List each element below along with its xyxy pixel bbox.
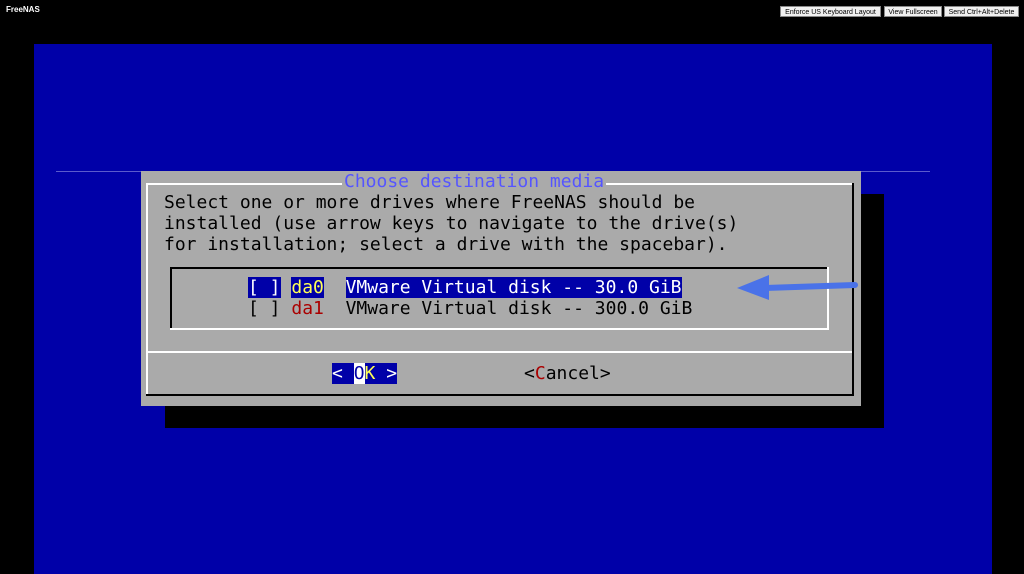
drive-tag: da1 bbox=[291, 298, 324, 319]
list-border-bottom bbox=[170, 328, 829, 330]
drive-checkbox[interactable]: [ ] bbox=[248, 298, 281, 319]
prompt-line: Select one or more drives where FreeNAS … bbox=[164, 192, 696, 213]
drive-row-da0[interactable]: [ ] da0 VMware Virtual disk -- 30.0 GiB bbox=[248, 277, 682, 298]
dialog-prompt: Select one or more drives where FreeNAS … bbox=[164, 192, 824, 255]
dialog-frame-left bbox=[146, 183, 148, 396]
dialog-button-separator bbox=[148, 351, 852, 353]
ok-button[interactable]: < OK > bbox=[332, 363, 398, 384]
enforce-keyboard-button[interactable]: Enforce US Keyboard Layout bbox=[780, 6, 881, 17]
cancel-hotkey: C bbox=[534, 363, 546, 384]
cancel-button[interactable]: <Cancel> bbox=[524, 363, 611, 384]
drive-tag: da0 bbox=[291, 277, 324, 298]
cancel-rest: ancel bbox=[545, 363, 600, 384]
dialog-title: Choose destination media bbox=[342, 171, 607, 193]
drive-description: VMware Virtual disk -- 300.0 GiB bbox=[345, 298, 693, 319]
drive-description: VMware Virtual disk -- 30.0 GiB bbox=[345, 277, 682, 298]
cancel-label: Cancel bbox=[535, 363, 600, 384]
view-fullscreen-button[interactable]: View Fullscreen bbox=[884, 6, 942, 17]
ok-hotkey: O bbox=[353, 363, 365, 384]
arrow-left-icon bbox=[737, 275, 858, 300]
list-border-top bbox=[170, 267, 829, 269]
dialog-frame-bottom bbox=[146, 394, 854, 396]
list-border-left bbox=[170, 267, 172, 330]
ok-label: OK bbox=[353, 363, 376, 384]
prompt-line: installed (use arrow keys to navigate to… bbox=[164, 213, 739, 234]
drive-row-da1[interactable]: [ ] da1 VMware Virtual disk -- 300.0 GiB bbox=[248, 298, 692, 319]
prompt-line: for installation; select a drive with th… bbox=[164, 234, 728, 255]
ok-rest: K bbox=[364, 363, 376, 384]
send-ctrl-alt-delete-button[interactable]: Send Ctrl+Alt+Delete bbox=[944, 6, 1019, 17]
app-title: FreeNAS bbox=[6, 5, 40, 14]
drive-checkbox[interactable]: [ ] bbox=[248, 277, 281, 298]
